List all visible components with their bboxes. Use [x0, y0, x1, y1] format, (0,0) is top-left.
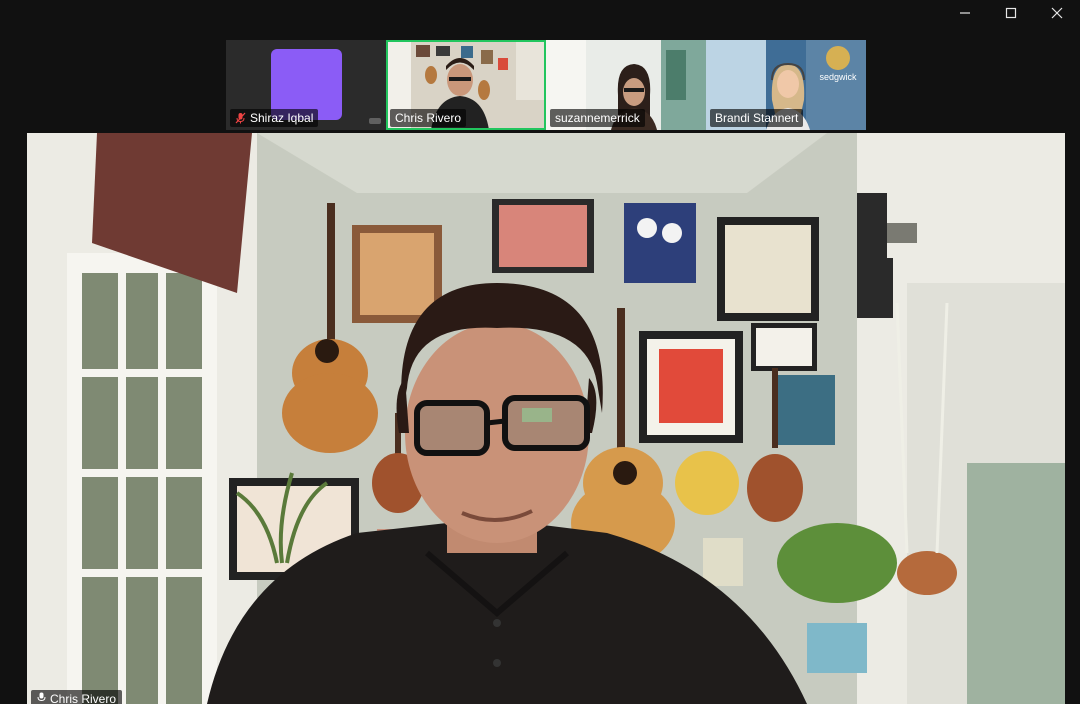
participant-name: Brandi Stannert — [715, 111, 799, 125]
mic-muted-icon — [235, 112, 246, 124]
minimize-icon — [960, 12, 970, 14]
participant-name-label: Chris Rivero — [390, 109, 467, 127]
speaker-name-label: Chris Rivero — [31, 690, 123, 704]
participant-name: Chris Rivero — [395, 111, 462, 125]
maximize-icon — [1005, 7, 1017, 19]
svg-text:sedgwick: sedgwick — [819, 72, 857, 82]
main-speaker-video[interactable]: Chris Rivero — [27, 133, 1065, 704]
speaker-name: Chris Rivero — [50, 692, 117, 704]
close-button[interactable] — [1034, 0, 1080, 26]
meeting-window: Shiraz Iqbal Chris Rivero suzannemerrick… — [0, 0, 1080, 704]
minimize-button[interactable] — [942, 0, 988, 26]
participant-tile-brandi[interactable]: sedgwick Brandi Stannert — [706, 40, 866, 130]
participant-tile-chris[interactable]: Chris Rivero — [386, 40, 546, 130]
signal-icon — [369, 118, 381, 124]
participant-name-label: Brandi Stannert — [710, 109, 804, 127]
participant-tile-shiraz[interactable]: Shiraz Iqbal — [226, 40, 386, 130]
participant-tile-suzanne[interactable]: suzannemerrick — [546, 40, 706, 130]
participant-name: Shiraz Iqbal — [250, 111, 314, 125]
maximize-button[interactable] — [988, 0, 1034, 26]
close-icon — [1051, 7, 1063, 19]
participant-name-label: suzannemerrick — [550, 109, 645, 127]
window-controls — [942, 0, 1080, 26]
participant-name-label: Shiraz Iqbal — [230, 109, 319, 127]
video-feed — [27, 133, 1065, 704]
mic-icon — [37, 692, 46, 704]
participant-strip: Shiraz Iqbal Chris Rivero suzannemerrick… — [226, 40, 866, 130]
participant-name: suzannemerrick — [555, 111, 640, 125]
